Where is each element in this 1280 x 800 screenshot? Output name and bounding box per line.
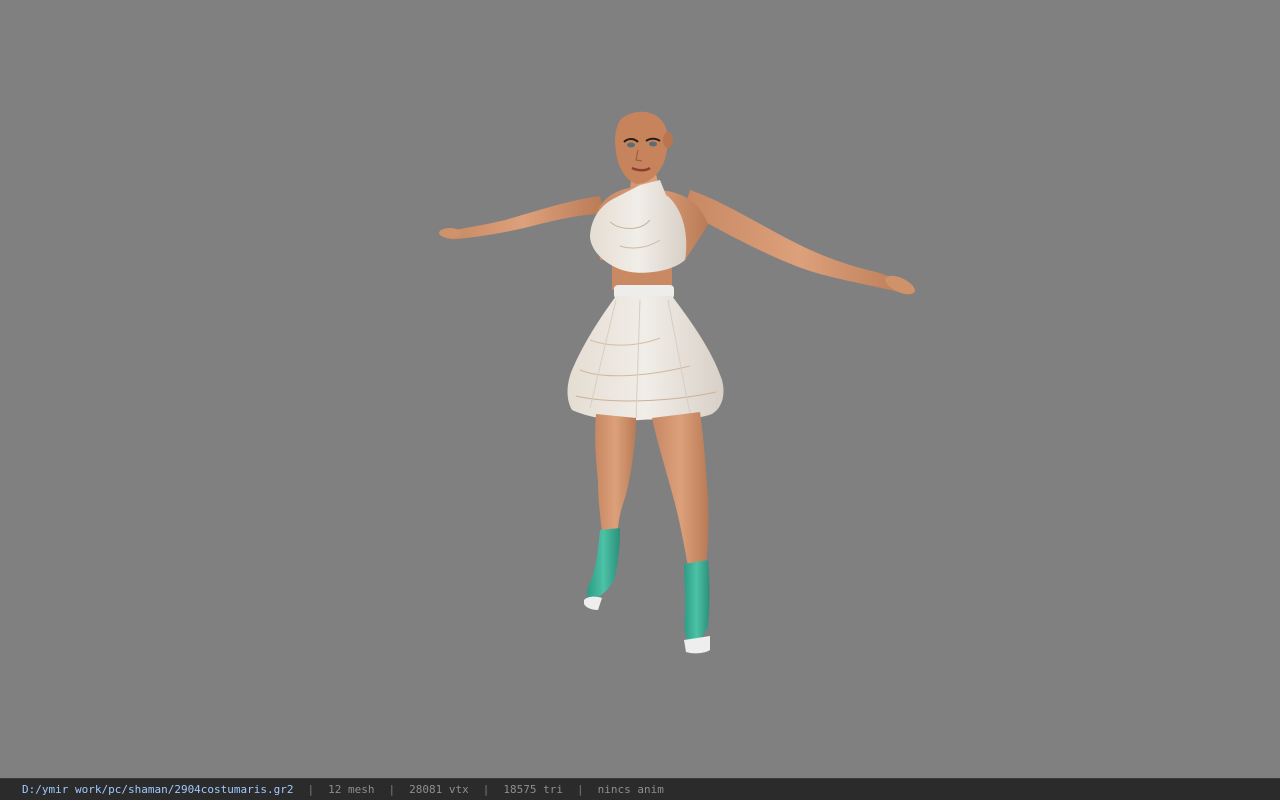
left-arm (439, 196, 604, 240)
animation-status: nincs anim (597, 783, 664, 796)
mesh-count: 12 mesh (328, 783, 375, 796)
right-arm (684, 190, 916, 295)
status-bar: D:/ymir work/pc/shaman/2904costumaris.gr… (0, 778, 1280, 800)
separator: | (388, 783, 396, 796)
right-leg (652, 412, 709, 566)
skirt (567, 296, 724, 421)
3d-viewport[interactable] (0, 0, 1280, 778)
character-model (439, 111, 916, 654)
head (615, 111, 673, 184)
left-boot (584, 528, 620, 610)
left-leg (595, 414, 636, 532)
right-boot (684, 560, 710, 654)
separator: | (482, 783, 490, 796)
file-path: D:/ymir work/pc/shaman/2904costumaris.gr… (22, 783, 294, 796)
separator: | (307, 783, 315, 796)
triangle-count: 18575 tri (503, 783, 563, 796)
separator: | (576, 783, 584, 796)
vertex-count: 28081 vtx (409, 783, 469, 796)
